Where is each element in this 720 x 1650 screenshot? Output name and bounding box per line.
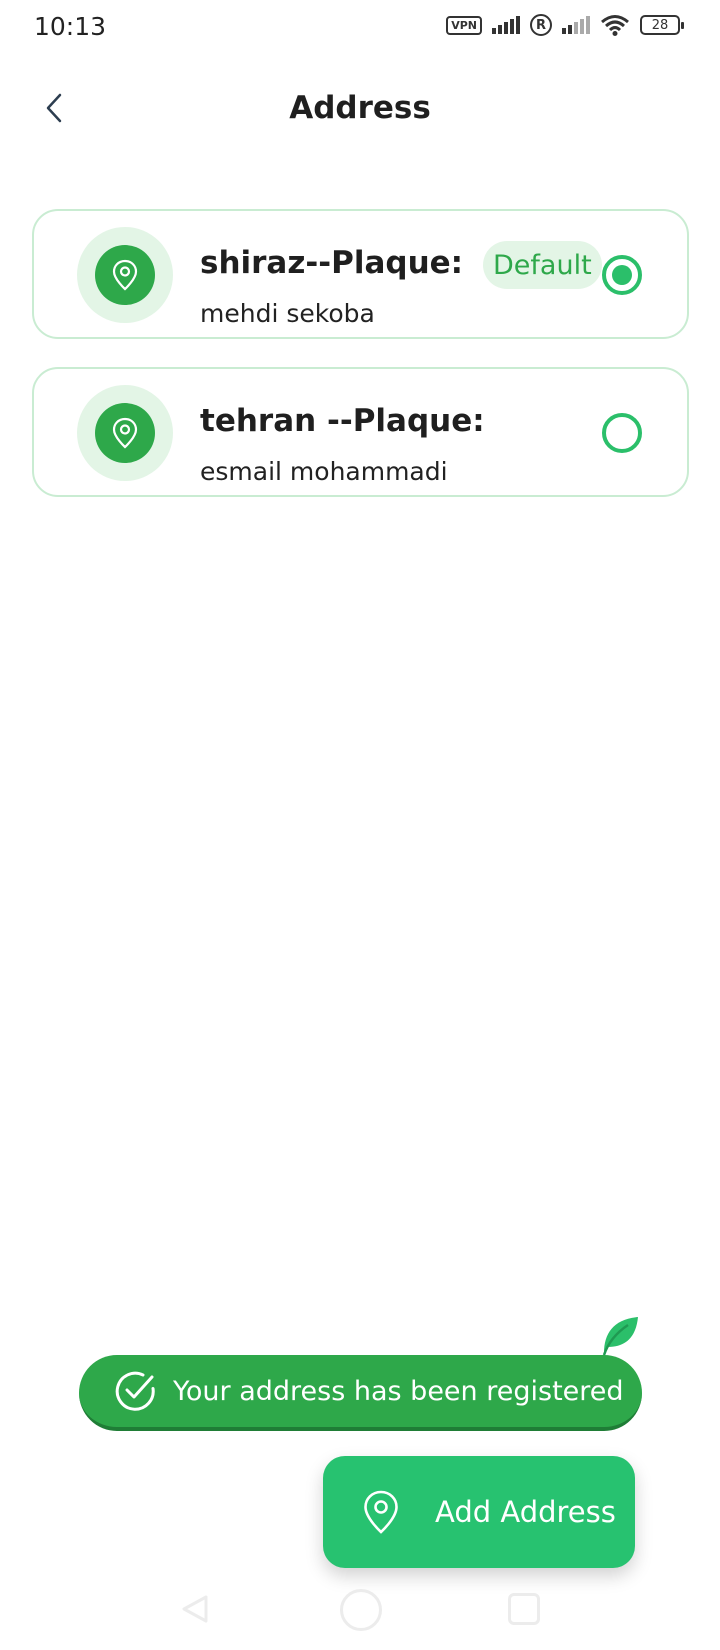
location-pin-badge: [77, 227, 173, 323]
address-list: shiraz--Plaque: mehdi sekoba Default teh…: [32, 209, 689, 525]
address-title: tehran --Plaque:: [200, 403, 485, 439]
header: Address: [0, 74, 720, 154]
nav-recent-icon[interactable]: [508, 1593, 540, 1625]
add-address-label: Add Address: [435, 1495, 616, 1529]
nav-back-icon[interactable]: [180, 1593, 210, 1625]
signal-icon-secondary: [562, 16, 590, 34]
check-circle-icon: [113, 1368, 159, 1414]
toast-notification: Your address has been registered: [79, 1355, 642, 1431]
address-subtitle: mehdi sekoba: [200, 299, 375, 328]
address-card-tehran[interactable]: tehran --Plaque: esmail mohammadi: [32, 367, 689, 497]
radio-dot: [612, 265, 632, 285]
nav-home-icon[interactable]: [340, 1589, 382, 1631]
add-address-button[interactable]: Add Address: [323, 1456, 635, 1568]
wifi-icon: [601, 15, 629, 36]
address-card-shiraz[interactable]: shiraz--Plaque: mehdi sekoba Default: [32, 209, 689, 339]
address-radio-selected[interactable]: [602, 255, 642, 295]
signal-icon: [492, 16, 520, 34]
location-pin-icon: [112, 417, 138, 449]
toast-message: Your address has been registered: [173, 1375, 624, 1407]
battery-icon: 28: [640, 15, 684, 35]
status-icons: VPN R 28: [446, 14, 684, 36]
address-title: shiraz--Plaque:: [200, 245, 464, 281]
page-title: Address: [289, 90, 431, 126]
location-pin-icon: [112, 259, 138, 291]
status-time: 10:13: [34, 12, 107, 41]
address-subtitle: esmail mohammadi: [200, 457, 448, 486]
location-pin-badge: [77, 385, 173, 481]
address-radio[interactable]: [602, 413, 642, 453]
system-nav-bar: [0, 1585, 720, 1645]
location-pin-icon: [359, 1488, 403, 1536]
leaf-icon: [602, 1317, 638, 1356]
default-badge: Default: [483, 241, 602, 289]
roaming-icon: R: [530, 14, 552, 36]
vpn-icon: VPN: [446, 15, 482, 35]
status-bar: 10:13 VPN R 28: [0, 0, 720, 56]
